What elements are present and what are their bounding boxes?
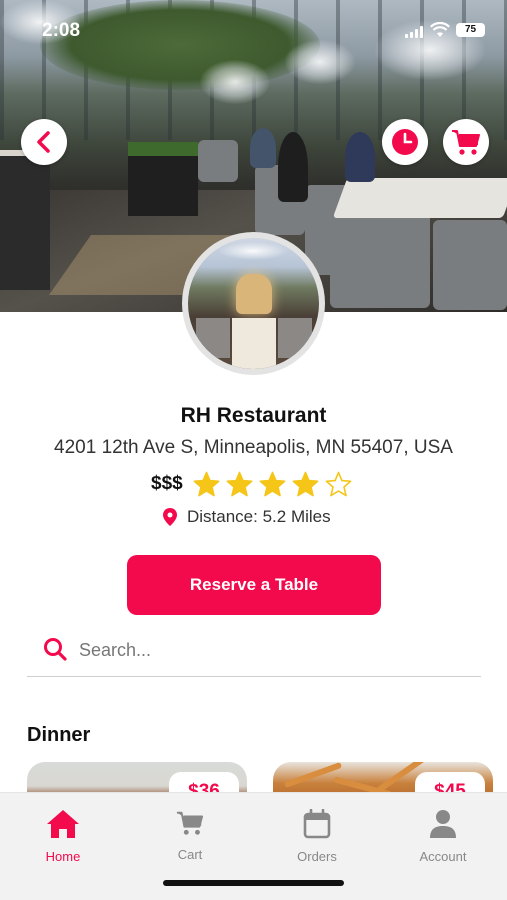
cart-button[interactable]	[443, 119, 489, 165]
home-indicator	[163, 880, 344, 886]
restaurant-avatar	[182, 232, 325, 375]
tab-home-label: Home	[45, 849, 81, 864]
home-icon	[47, 810, 79, 838]
restaurant-name: RH Restaurant	[180, 404, 327, 427]
star-filled-icon	[193, 471, 220, 496]
status-bar: 2:08 75	[0, 0, 507, 58]
reservation-history-button[interactable]	[382, 119, 428, 165]
location-pin-icon	[163, 508, 177, 526]
tab-account-label: Account	[419, 849, 467, 864]
search-input[interactable]	[79, 635, 459, 665]
rating-row: $$$	[151, 470, 358, 498]
person-icon	[430, 810, 456, 838]
search-icon	[44, 638, 67, 661]
reserve-table-button[interactable]: Reserve a Table	[127, 555, 381, 615]
tab-account[interactable]: Account	[393, 809, 493, 864]
restaurant-address: 4201 12th Ave S, Minneapolis, MN 55407, …	[54, 437, 453, 458]
star-rating	[193, 471, 358, 498]
chevron-left-icon	[37, 131, 50, 153]
wifi-icon	[430, 22, 450, 37]
cellular-signal-icon	[405, 26, 425, 38]
cart-icon	[452, 130, 480, 155]
price-level: $$$	[151, 473, 183, 494]
clock-icon	[392, 129, 418, 155]
cart-icon	[176, 811, 204, 835]
calendar-icon	[303, 809, 331, 839]
star-filled-icon	[259, 471, 286, 496]
star-empty-icon	[325, 471, 352, 496]
tab-cart-label: Cart	[177, 847, 203, 862]
tab-cart[interactable]: Cart	[140, 809, 240, 862]
tab-home[interactable]: Home	[13, 809, 113, 864]
status-time: 2:08	[42, 20, 81, 41]
star-filled-icon	[292, 471, 319, 496]
tab-orders-label: Orders	[297, 849, 337, 864]
search-bar	[27, 625, 481, 677]
back-button[interactable]	[21, 119, 67, 165]
distance-text: Distance: 5.2 Miles	[187, 507, 331, 526]
star-filled-icon	[226, 471, 253, 496]
menu-section-title: Dinner	[27, 724, 91, 746]
distance-row: Distance: 5.2 Miles	[163, 505, 331, 529]
tab-orders[interactable]: Orders	[267, 809, 367, 864]
battery-icon: 75	[456, 23, 485, 37]
